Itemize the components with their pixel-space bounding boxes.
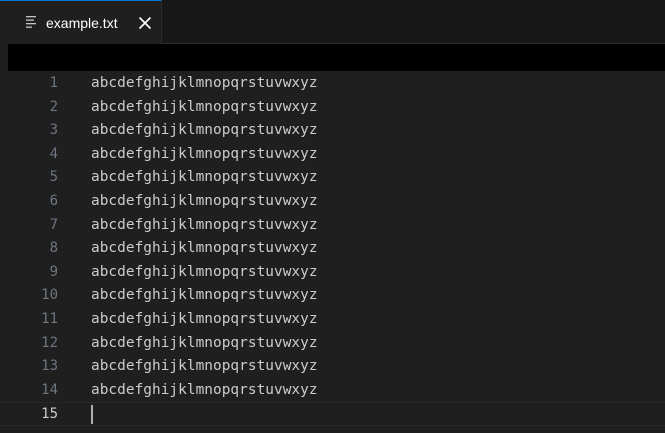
line-text[interactable]: abcdefghijklmnopqrstuvwxyz [91, 119, 318, 143]
editor-line[interactable]: 13 abcdefghijklmnopqrstuvwxyz [0, 355, 665, 379]
line-number: 8 [49, 240, 58, 257]
editor-line[interactable]: 8 abcdefghijklmnopqrstuvwxyz [0, 237, 665, 261]
line-text[interactable]: abcdefghijklmnopqrstuvwxyz [91, 166, 318, 190]
line-number: 4 [49, 145, 58, 162]
line-number: 5 [49, 169, 58, 186]
line-text[interactable]: abcdefghijklmnopqrstuvwxyz [91, 284, 318, 308]
breadcrumb-bar [8, 44, 665, 71]
editor-line[interactable]: 7 abcdefghijklmnopqrstuvwxyz [0, 214, 665, 238]
line-number: 9 [49, 263, 58, 280]
line-text[interactable]: abcdefghijklmnopqrstuvwxyz [91, 96, 318, 120]
line-text[interactable]: abcdefghijklmnopqrstuvwxyz [91, 332, 318, 356]
line-number: 14 [41, 381, 58, 398]
editor-text-area[interactable]: 1 abcdefghijklmnopqrstuvwxyz 2 abcdefghijkl… [0, 71, 665, 433]
editor-line[interactable]: 11 abcdefghijklmnopqrstuvwxyz [0, 308, 665, 332]
editor-line[interactable]: 5 abcdefghijklmnopqrstuvwxyz [0, 166, 665, 190]
line-number: 2 [49, 98, 58, 115]
editor-line[interactable]: 1 abcdefghijklmnopqrstuvwxyz [0, 72, 665, 96]
editor-line[interactable]: 15 [0, 402, 665, 426]
line-number: 7 [49, 216, 58, 233]
editor-line[interactable]: 9 abcdefghijklmnopqrstuvwxyz [0, 261, 665, 285]
editor-line[interactable]: 14 abcdefghijklmnopqrstuvwxyz [0, 379, 665, 403]
line-number: 10 [41, 287, 58, 304]
line-text[interactable]: abcdefghijklmnopqrstuvwxyz [91, 379, 318, 403]
line-number: 12 [41, 334, 58, 351]
line-number: 11 [41, 311, 58, 327]
editor-line[interactable]: 10 abcdefghijklmnopqrstuvwxyz [0, 284, 665, 308]
line-number: 15 [41, 406, 58, 423]
editor-line[interactable]: 2 abcdefghijklmnopqrstuvwxyz [0, 96, 665, 120]
line-text[interactable]: abcdefghijklmnopqrstuvwxyz [91, 355, 318, 379]
line-text[interactable]: abcdefghijklmnopqrstuvwxyz [91, 143, 318, 167]
line-number: 6 [49, 193, 58, 209]
text-lines-icon [26, 16, 36, 28]
line-text[interactable]: abcdefghijklmnopqrstuvwxyz [91, 214, 318, 238]
tab-example-txt[interactable]: example.txt [0, 0, 162, 44]
editor-line[interactable]: 4 abcdefghijklmnopqrstuvwxyz [0, 143, 665, 167]
editor-line[interactable]: 12 abcdefghijklmnopqrstuvwxyz [0, 332, 665, 356]
line-text[interactable]: abcdefghijklmnopqrstuvwxyz [91, 261, 318, 285]
line-number: 1 [49, 75, 58, 91]
text-cursor [91, 405, 93, 425]
line-text[interactable]: abcdefghijklmnopqrstuvwxyz [91, 190, 318, 214]
close-icon[interactable] [137, 15, 153, 31]
tab-bar: example.txt [0, 0, 665, 44]
tab-label: example.txt [46, 15, 118, 31]
line-number: 13 [41, 358, 58, 375]
editor-line[interactable]: 6 abcdefghijklmnopqrstuvwxyz [0, 190, 665, 214]
editor-line[interactable]: 3 abcdefghijklmnopqrstuvwxyz [0, 119, 665, 143]
line-text[interactable]: abcdefghijklmnopqrstuvwxyz [91, 308, 318, 332]
line-text[interactable]: abcdefghijklmnopqrstuvwxyz [91, 237, 318, 261]
line-text[interactable]: abcdefghijklmnopqrstuvwxyz [91, 72, 318, 96]
line-number: 3 [49, 122, 58, 139]
